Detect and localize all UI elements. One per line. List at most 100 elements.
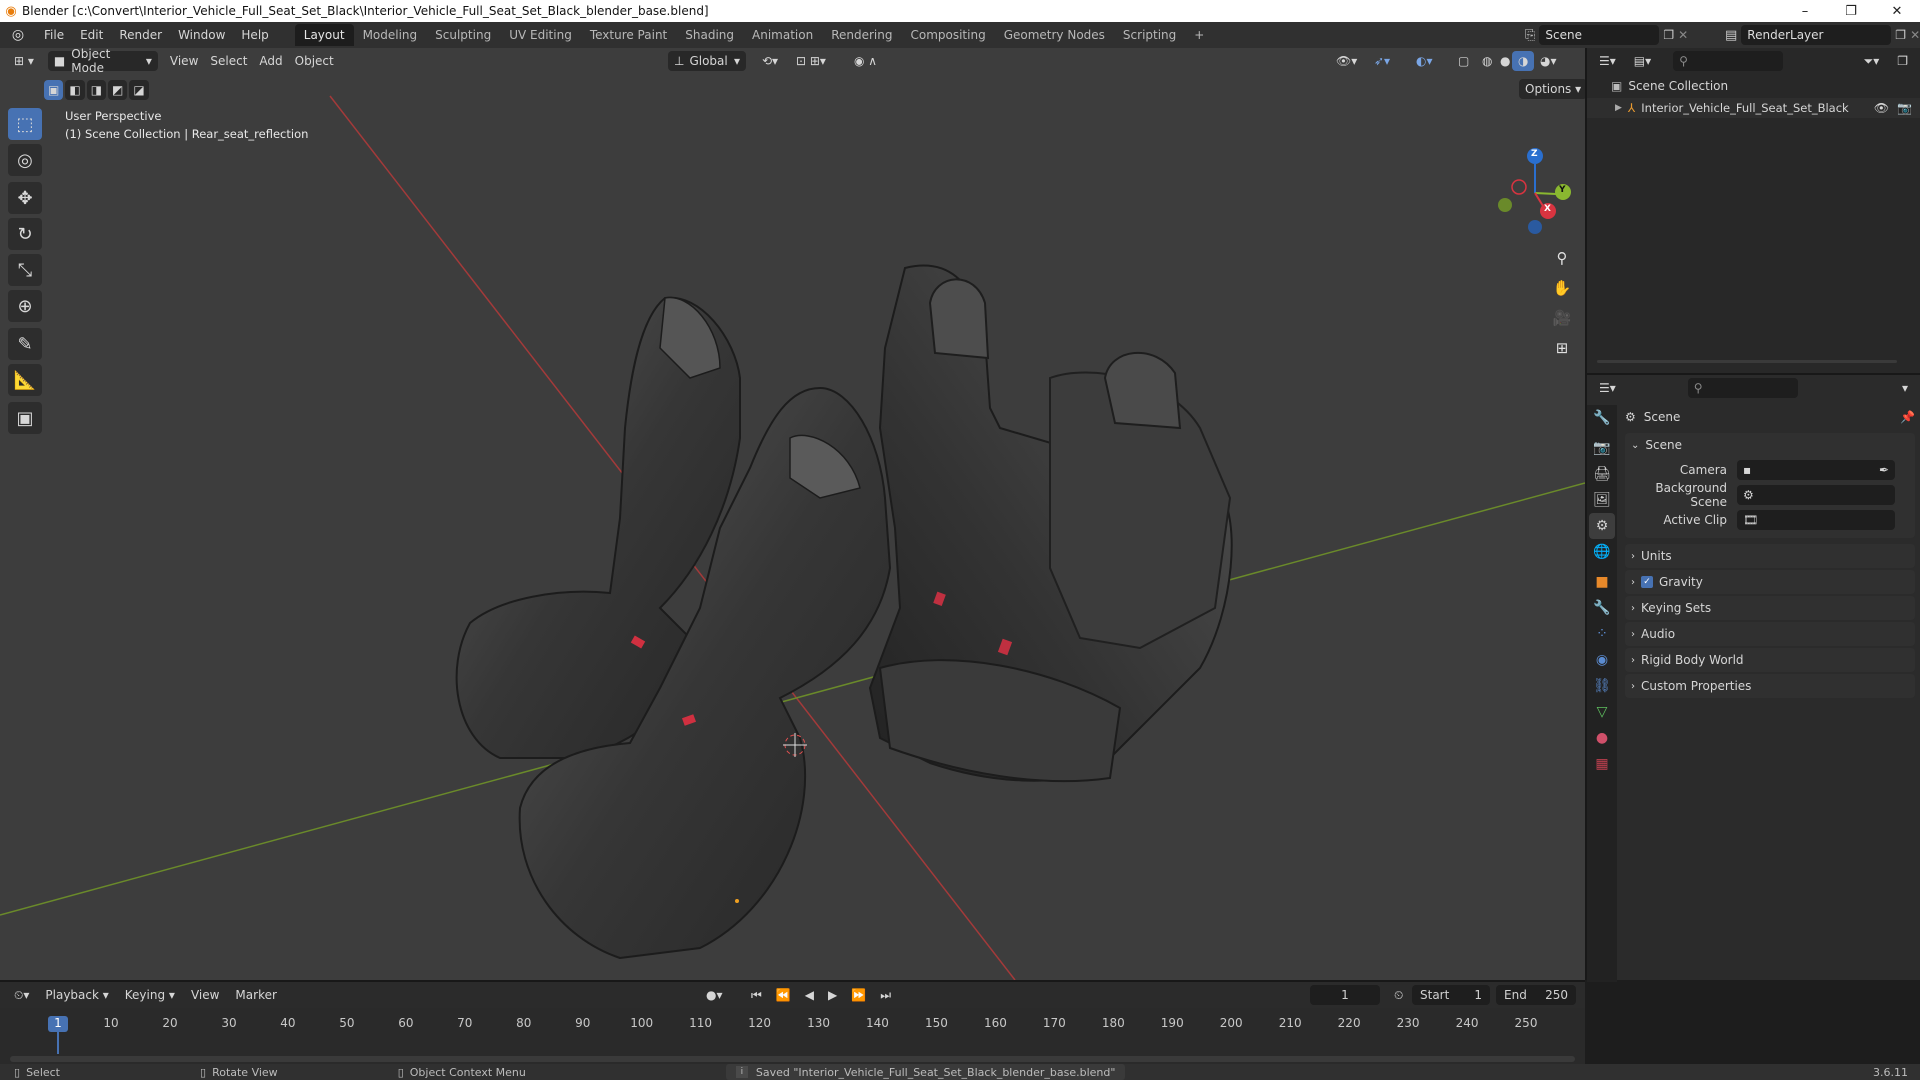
end-frame-field[interactable]: End 250 xyxy=(1496,985,1576,1005)
menu-edit[interactable]: Edit xyxy=(72,22,111,48)
view-layer-icon[interactable]: ▤ xyxy=(1725,28,1737,43)
audio-panel-header[interactable]: › Audio xyxy=(1625,622,1915,646)
view-layer-field[interactable]: RenderLayer xyxy=(1741,25,1892,45)
physics-tab-icon[interactable]: ◉ xyxy=(1589,647,1615,673)
material-tab-icon[interactable]: ● xyxy=(1589,725,1615,751)
menu-render[interactable]: Render xyxy=(111,22,170,48)
measure-icon[interactable]: 📐 xyxy=(8,364,42,396)
menu-marker[interactable]: Marker xyxy=(229,985,282,1005)
gravity-panel-header[interactable]: › ✓ Gravity xyxy=(1625,570,1915,594)
prev-keyframe-icon[interactable]: ⏪ xyxy=(770,985,797,1005)
tab-sculpting[interactable]: Sculpting xyxy=(426,24,500,46)
delete-view-layer-icon[interactable]: ✕ xyxy=(1910,28,1920,42)
tab-rendering[interactable]: Rendering xyxy=(822,24,901,46)
move-icon[interactable]: ✥ xyxy=(8,182,42,214)
keying-sets-panel-header[interactable]: › Keying Sets xyxy=(1625,596,1915,620)
orientation-selector[interactable]: ⊥ Global ▾ xyxy=(668,51,746,71)
close-button[interactable]: ✕ xyxy=(1874,0,1920,22)
constraints-tab-icon[interactable]: ⛓ xyxy=(1589,673,1615,699)
particles-tab-icon[interactable]: ⁘ xyxy=(1589,621,1615,647)
menu-select[interactable]: Select xyxy=(204,51,253,71)
object-tab-icon[interactable]: ■ xyxy=(1589,569,1615,595)
select-box-icon[interactable]: ⬚ xyxy=(8,108,42,140)
pan-hand-icon[interactable]: ✋ xyxy=(1548,274,1576,302)
scene-selector-icon[interactable]: ⎘ xyxy=(1525,28,1535,43)
menu-object[interactable]: Object xyxy=(289,51,340,71)
tab-compositing[interactable]: Compositing xyxy=(901,24,994,46)
gizmo-toggle-icon[interactable]: ➶▾ xyxy=(1368,51,1396,71)
playhead-marker[interactable] xyxy=(48,1016,68,1032)
texture-tab-icon[interactable]: ▦ xyxy=(1589,751,1615,777)
expand-arrow-icon[interactable]: ▶ xyxy=(1615,103,1622,113)
tab-geometry-nodes[interactable]: Geometry Nodes xyxy=(995,24,1114,46)
xray-toggle-icon[interactable]: ▢ xyxy=(1452,51,1475,71)
select-mode-extend-icon[interactable]: ◧ xyxy=(65,80,85,100)
tab-shading[interactable]: Shading xyxy=(676,24,743,46)
viewport-scene[interactable] xyxy=(0,48,1585,980)
data-tab-icon[interactable]: ▽ xyxy=(1589,699,1615,725)
overlay-toggle-icon[interactable]: ◐▾ xyxy=(1410,51,1439,71)
menu-window[interactable]: Window xyxy=(170,22,233,48)
transform-icon[interactable]: ⊕ xyxy=(8,290,42,322)
rotate-icon[interactable]: ↻ xyxy=(8,218,42,250)
start-frame-field[interactable]: Start 1 xyxy=(1412,985,1490,1005)
scene-panel-header[interactable]: ⌄ Scene xyxy=(1625,433,1915,457)
scene-name-field[interactable]: Scene xyxy=(1539,25,1660,45)
menu-keying[interactable]: Keying ▾ xyxy=(119,985,181,1005)
current-frame-field[interactable]: 1 xyxy=(1310,985,1380,1005)
gizmo-z-label[interactable]: Z xyxy=(1531,149,1538,159)
menu-view[interactable]: View xyxy=(164,51,204,71)
timeline-track-area[interactable] xyxy=(0,1008,1585,1066)
tool-tab-icon[interactable]: 🔧 xyxy=(1589,405,1615,431)
properties-search-input[interactable]: ⚲ xyxy=(1687,378,1798,398)
play-icon[interactable]: ▶ xyxy=(822,985,843,1005)
annotate-icon[interactable]: ✎ xyxy=(8,328,42,360)
tab-modeling[interactable]: Modeling xyxy=(354,24,427,46)
timeline-editor-type-icon[interactable]: ⏲▾ xyxy=(8,985,35,1005)
menu-file[interactable]: File xyxy=(36,22,72,48)
jump-start-icon[interactable]: ⏮ xyxy=(745,985,768,1005)
snap-icon[interactable]: ⊡ ⊞▾ xyxy=(790,51,832,71)
shading-rendered-icon[interactable]: ◕▾ xyxy=(1534,51,1563,71)
background-scene-field[interactable]: ⚙ xyxy=(1737,484,1895,505)
filter-icon[interactable]: ⏷▾ xyxy=(1858,51,1886,71)
tab-uv-editing[interactable]: UV Editing xyxy=(500,24,581,46)
properties-options-icon[interactable]: ▾ xyxy=(1896,378,1914,398)
properties-editor-type-icon[interactable]: ☰▾ xyxy=(1593,378,1622,398)
tab-layout[interactable]: Layout xyxy=(294,24,354,46)
scale-icon[interactable]: ⤡ xyxy=(8,254,42,286)
gravity-checkbox[interactable]: ✓ xyxy=(1641,576,1653,588)
shading-material-icon[interactable]: ◑ xyxy=(1512,51,1535,71)
new-collection-icon[interactable]: ❐ xyxy=(1891,51,1914,71)
eye-icon[interactable]: 👁 xyxy=(1874,101,1889,115)
view-layer-tab-icon[interactable]: 🖼 xyxy=(1589,487,1615,513)
display-mode-icon[interactable]: ▤▾ xyxy=(1628,51,1657,71)
preview-range-icon[interactable]: ⏲ xyxy=(1388,985,1409,1005)
zoom-icon[interactable]: ⚲ xyxy=(1548,244,1576,272)
next-keyframe-icon[interactable]: ⏩ xyxy=(845,985,872,1005)
outliner-editor-type-icon[interactable]: ☰▾ xyxy=(1593,51,1622,71)
units-panel-header[interactable]: › Units xyxy=(1625,544,1915,568)
perspective-toggle-icon[interactable]: ⊞ xyxy=(1548,334,1576,362)
timeline-scrollbar[interactable] xyxy=(10,1056,1575,1062)
pin-icon[interactable]: 📌 xyxy=(1900,410,1915,424)
menu-help[interactable]: Help xyxy=(233,22,276,48)
camera-render-icon[interactable]: 📷 xyxy=(1897,101,1912,115)
blender-menu-icon[interactable]: ◎ xyxy=(0,27,36,43)
menu-timeline-view[interactable]: View xyxy=(185,985,225,1005)
options-dropdown[interactable]: Options ▾ xyxy=(1519,79,1585,99)
outliner-item[interactable]: ▶ ⅄ Interior_Vehicle_Full_Seat_Set_Black… xyxy=(1587,98,1920,118)
scene-tab-icon[interactable]: ⚙ xyxy=(1589,513,1615,539)
rigid-body-world-panel-header[interactable]: › Rigid Body World xyxy=(1625,648,1915,672)
menu-add[interactable]: Add xyxy=(253,51,288,71)
jump-end-icon[interactable]: ⏭ xyxy=(874,985,897,1005)
play-reverse-icon[interactable]: ◀ xyxy=(799,985,820,1005)
proportional-edit-icon[interactable]: ◉ ∧ xyxy=(848,51,883,71)
output-tab-icon[interactable]: 🖨 xyxy=(1589,461,1615,487)
3d-viewport[interactable]: Z Y X ⊞ ▾ ■ Object Mode ▾ View Select Ad… xyxy=(0,48,1585,980)
new-scene-icon[interactable]: ❐ xyxy=(1663,28,1674,42)
new-view-layer-icon[interactable]: ❐ xyxy=(1895,28,1906,42)
outliner-search-input[interactable]: ⚲ xyxy=(1673,51,1784,71)
cursor-icon[interactable]: ◎ xyxy=(8,144,42,176)
active-clip-field[interactable]: 🎞 xyxy=(1737,509,1895,530)
